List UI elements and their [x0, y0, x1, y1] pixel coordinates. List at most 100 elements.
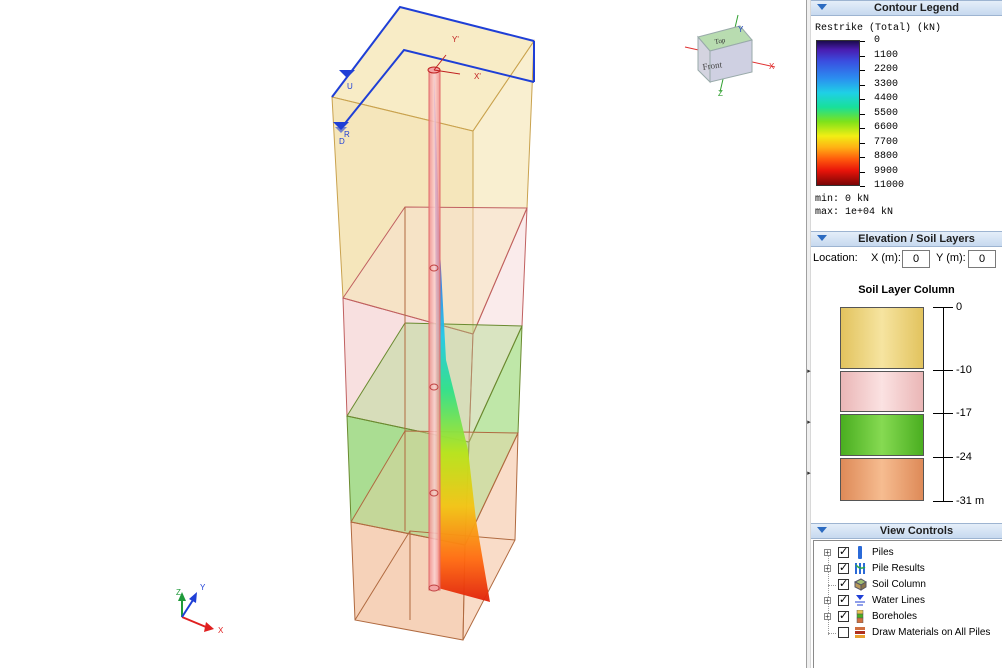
legend-tick — [860, 186, 865, 187]
view-cube[interactable]: Top Front X Y Z — [684, 14, 776, 98]
pile-results-checkbox[interactable] — [838, 561, 849, 574]
soil-column-icon — [853, 578, 867, 591]
tree-item-soil-column[interactable]: Soil Column — [814, 577, 1002, 593]
legend-max: max: 1e+04 kN — [815, 207, 894, 218]
depth-label: -24 — [956, 451, 972, 463]
elevation-title: Elevation / Soil Layers — [858, 233, 975, 245]
x-label: X (m): — [871, 252, 901, 264]
collapse-triangle-icon[interactable] — [817, 527, 827, 533]
soil-block-3[interactable] — [840, 414, 924, 456]
svg-text:X: X — [769, 62, 775, 71]
materials-icon — [854, 626, 866, 639]
legend-tick — [860, 70, 865, 71]
svg-text:R: R — [344, 130, 350, 139]
svg-text:D: D — [339, 137, 345, 146]
water-lines-checkbox[interactable] — [838, 593, 849, 606]
tree-item-water-lines[interactable]: + Water Lines — [814, 593, 1002, 609]
soil-column-title: Soil Layer Column — [858, 284, 955, 296]
legend-level-label: 6600 — [874, 122, 899, 133]
legend-level-label: 11000 — [874, 180, 905, 191]
expand-icon[interactable]: + — [824, 613, 831, 621]
view-controls-header[interactable]: View Controls — [811, 523, 1002, 539]
triad-x-label: X — [218, 626, 224, 635]
elevation-header[interactable]: Elevation / Soil Layers — [811, 231, 1002, 247]
y-label: Y (m): — [936, 252, 966, 264]
model-3d-view[interactable]: Y' X' U R D Top Front X Y Z X Z Y — [0, 0, 808, 668]
tree-item-label: Water Lines — [872, 595, 925, 606]
triad-y-label: Y — [200, 583, 206, 592]
view-controls-title: View Controls — [879, 525, 954, 537]
soil-block-4[interactable] — [840, 458, 924, 501]
depth-tick — [933, 413, 953, 414]
boreholes-checkbox[interactable] — [838, 609, 849, 622]
x-prime-label: X' — [474, 72, 481, 81]
legend-tick — [860, 171, 865, 173]
tree-item-label: Boreholes — [872, 611, 918, 622]
tree-item-label: Soil Column — [872, 579, 926, 590]
depth-label: -31 m — [956, 495, 985, 507]
legend-level-label: 1100 — [874, 49, 899, 61]
svg-text:Y: Y — [738, 25, 744, 34]
depth-axis — [943, 307, 944, 501]
depth-label: -17 — [956, 407, 972, 419]
legend-level-label: 4400 — [874, 93, 899, 104]
expand-icon[interactable]: + — [824, 549, 831, 557]
soil-block-2[interactable] — [840, 371, 924, 412]
tree-item-boreholes[interactable]: + Boreholes — [814, 609, 1002, 625]
pile-results-icon — [854, 562, 866, 575]
pile-icon — [854, 546, 866, 559]
expand-icon[interactable]: + — [824, 597, 831, 605]
tree-item-label: Draw Materials on All Piles — [872, 627, 991, 638]
side-panel: Contour Legend Restrike (Total) (kN) 0 11… — [811, 0, 1002, 668]
svg-text:Z: Z — [718, 89, 723, 98]
legend-level-label: 7700 — [874, 136, 899, 148]
legend-tick — [860, 41, 865, 42]
legend-min: min: 0 kN — [815, 194, 870, 205]
pile[interactable] — [427, 66, 441, 592]
tree-item-piles[interactable]: + Piles — [814, 545, 1002, 561]
depth-tick — [933, 307, 953, 308]
depth-tick — [933, 457, 953, 458]
legend-level-label: 2200 — [874, 64, 899, 75]
view-controls-tree: + Piles + Pile Results Soil Column + Wat… — [813, 540, 1002, 668]
legend-tick — [860, 84, 865, 86]
collapse-triangle-icon[interactable] — [817, 4, 827, 10]
depth-label: -10 — [956, 364, 972, 376]
soil-column-checkbox[interactable] — [838, 577, 849, 590]
depth-label: 0 — [956, 301, 963, 313]
legend-level-label: 8800 — [874, 151, 899, 162]
model-viewport[interactable]: Y' X' U R D Top Front X Y Z X Z Y — [0, 0, 808, 668]
boreholes-icon — [854, 609, 866, 624]
legend-level-label: 3300 — [874, 78, 899, 90]
legend-tick — [860, 99, 865, 100]
expand-icon[interactable]: + — [824, 565, 831, 573]
depth-tick — [933, 501, 953, 502]
legend-tick — [860, 113, 865, 115]
axis-triad: X Z Y — [176, 583, 224, 635]
legend-level-label: 0 — [874, 35, 881, 46]
legend-tick — [860, 157, 865, 158]
y-coordinate-input[interactable]: 0 — [968, 250, 996, 268]
legend-colorbar — [816, 40, 860, 186]
tree-item-draw-materials[interactable]: Draw Materials on All Piles — [814, 625, 1002, 641]
svg-text:U: U — [347, 82, 353, 91]
legend-tick — [860, 142, 865, 144]
tree-item-label: Pile Results — [872, 563, 925, 574]
y-prime-label: Y' — [452, 35, 459, 44]
legend-level-label: 9900 — [874, 165, 899, 177]
legend-level-label: 5500 — [874, 107, 899, 119]
water-lines-icon — [854, 594, 866, 607]
tree-item-pile-results[interactable]: + Pile Results — [814, 561, 1002, 577]
legend-tick — [860, 55, 865, 57]
triad-z-label: Z — [176, 588, 181, 597]
collapse-triangle-icon[interactable] — [817, 235, 827, 241]
depth-tick — [933, 370, 953, 371]
x-coordinate-input[interactable]: 0 — [902, 250, 930, 268]
legend-tick — [860, 128, 865, 129]
legend-quantity-label: Restrike (Total) (kN) — [815, 23, 942, 34]
contour-legend-header[interactable]: Contour Legend — [811, 0, 1002, 16]
piles-checkbox[interactable] — [838, 545, 849, 558]
draw-materials-checkbox[interactable] — [838, 627, 849, 638]
tree-item-label: Piles — [872, 547, 894, 558]
soil-block-1[interactable] — [840, 307, 924, 369]
